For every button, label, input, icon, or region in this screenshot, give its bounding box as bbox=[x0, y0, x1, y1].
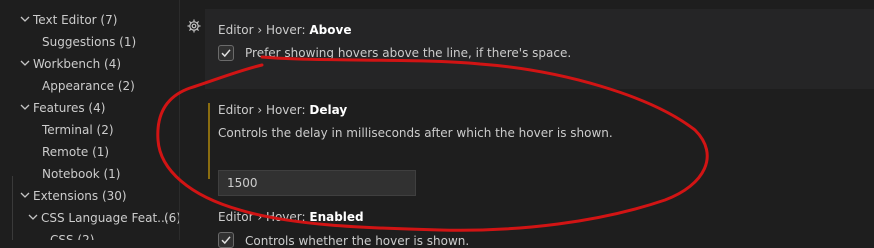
chevron-down-icon bbox=[18, 53, 32, 75]
setting-name: Above bbox=[309, 23, 352, 37]
setting-description: Prefer showing hovers above the line, if… bbox=[245, 46, 572, 60]
setting-checkbox[interactable] bbox=[218, 232, 234, 248]
sidebar-divider bbox=[179, 0, 180, 240]
chevron-down-icon bbox=[26, 207, 40, 229]
toc-item-label: Workbench (4) bbox=[33, 57, 122, 71]
toc-item-label: Extensions (30) bbox=[33, 189, 127, 203]
setting-editor-hover-delay: Editor › Hover: Delay Controls the delay… bbox=[205, 89, 874, 201]
setting-checkbox[interactable] bbox=[218, 45, 234, 61]
setting-editor-hover-enabled: Editor › Hover: Enabled Controls whether… bbox=[205, 201, 874, 248]
toc-item-css-language-features[interactable]: CSS Language Feat... (6) bbox=[26, 207, 180, 229]
setting-description: Controls the delay in milliseconds after… bbox=[218, 126, 613, 140]
setting-category: Editor › Hover: bbox=[218, 210, 310, 224]
check-icon bbox=[221, 49, 231, 58]
setting-title: Editor › Hover: Enabled bbox=[218, 210, 364, 224]
gear-icon[interactable] bbox=[186, 18, 202, 34]
toc-item-label: Features (4) bbox=[33, 101, 106, 115]
setting-category: Editor › Hover: bbox=[218, 103, 310, 117]
chevron-down-icon bbox=[18, 97, 32, 119]
chevron-down-icon bbox=[18, 9, 32, 31]
toc-item-label: Suggestions (1) bbox=[42, 35, 137, 49]
setting-name: Enabled bbox=[309, 210, 364, 224]
check-icon bbox=[221, 236, 231, 245]
tree-indent-guide bbox=[12, 176, 13, 240]
delay-input[interactable]: 1500 bbox=[218, 170, 416, 196]
toc-item-label: Appearance (2) bbox=[42, 79, 135, 93]
setting-description: Controls whether the hover is shown. bbox=[245, 234, 470, 248]
toc-item-count: (6) bbox=[164, 211, 180, 225]
setting-name: Delay bbox=[309, 103, 348, 117]
setting-title: Editor › Hover: Above bbox=[218, 23, 351, 37]
toc-item-label: Terminal (2) bbox=[42, 123, 114, 137]
chevron-down-icon bbox=[18, 185, 32, 207]
settings-toc-tree: Text Editor (7) Suggestions (1) Workbenc… bbox=[0, 0, 180, 240]
toc-item-label: Text Editor (7) bbox=[33, 13, 118, 27]
toc-item-label: CSS (2) bbox=[50, 233, 95, 240]
modified-indicator bbox=[208, 103, 210, 179]
toc-item-label: CSS Language Feat... bbox=[41, 211, 169, 225]
toc-item-label: Notebook (1) bbox=[42, 167, 121, 181]
toc-item-label: Remote (1) bbox=[42, 145, 110, 159]
setting-editor-hover-above: Editor › Hover: Above Prefer showing hov… bbox=[205, 9, 874, 89]
setting-category: Editor › Hover: bbox=[218, 23, 310, 37]
setting-title: Editor › Hover: Delay bbox=[218, 103, 347, 117]
